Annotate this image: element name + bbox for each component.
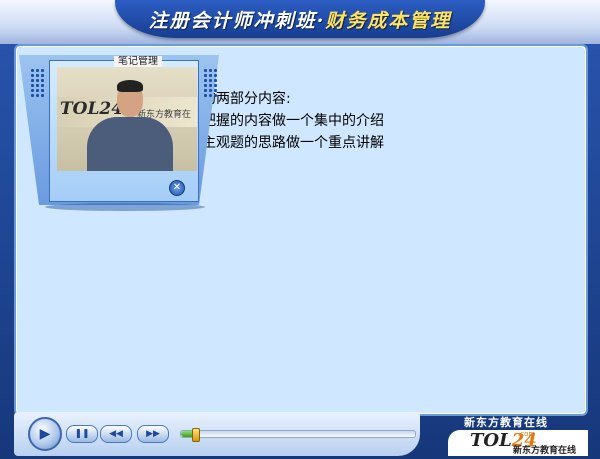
video-player[interactable]: TOL24 新东方教育在线 [57,67,197,171]
pause-icon: ❚❚ [74,429,90,439]
brand-subtitle: 新东方教育在线 [513,446,577,456]
close-video-button[interactable]: ✕ [169,180,185,196]
presenter-hair [117,80,143,92]
course-title: 注册会计师冲刺班 [148,10,317,32]
brand-logo-main: TOL [470,430,512,451]
close-icon: ✕ [172,182,182,193]
lecture-line: 的两部分内容: [202,91,291,107]
presenter-body [87,117,173,171]
speaker-grill-left-icon [30,68,46,98]
page-title: 注册会计师冲刺班·财务成本管理 [115,6,485,33]
rewind-icon: ◀◀ [109,429,123,439]
fast-forward-icon: ▶▶ [146,429,160,439]
subject-title: 财务成本管理 [325,10,452,32]
play-icon: ▶ [39,426,51,442]
rewind-button[interactable]: ◀◀ [100,425,132,443]
brand-dotcom: .com [518,430,536,438]
play-button[interactable]: ▶ [28,417,62,451]
notes-manager-label[interactable]: 笔记管理 [114,56,162,67]
video-window-shadow [45,203,205,211]
title-banner: 注册会计师冲刺班·财务成本管理 [115,0,485,38]
progress-slider[interactable] [180,428,416,442]
brand-name: 新东方教育在线 [464,416,548,429]
lecture-line: 主观题的思路做一个重点讲解 [202,135,384,151]
fast-forward-button[interactable]: ▶▶ [137,425,169,443]
progress-handle[interactable] [192,428,200,442]
speaker-grill-right-icon [203,68,219,98]
video-logo: TOL24 [60,99,124,119]
pause-button[interactable]: ❚❚ [66,425,98,443]
lecture-text: 的两部分内容: 把握的内容做一个集中的介绍 主观题的思路做一个重点讲解 [202,88,582,154]
lecture-line: 把握的内容做一个集中的介绍 [202,113,384,129]
